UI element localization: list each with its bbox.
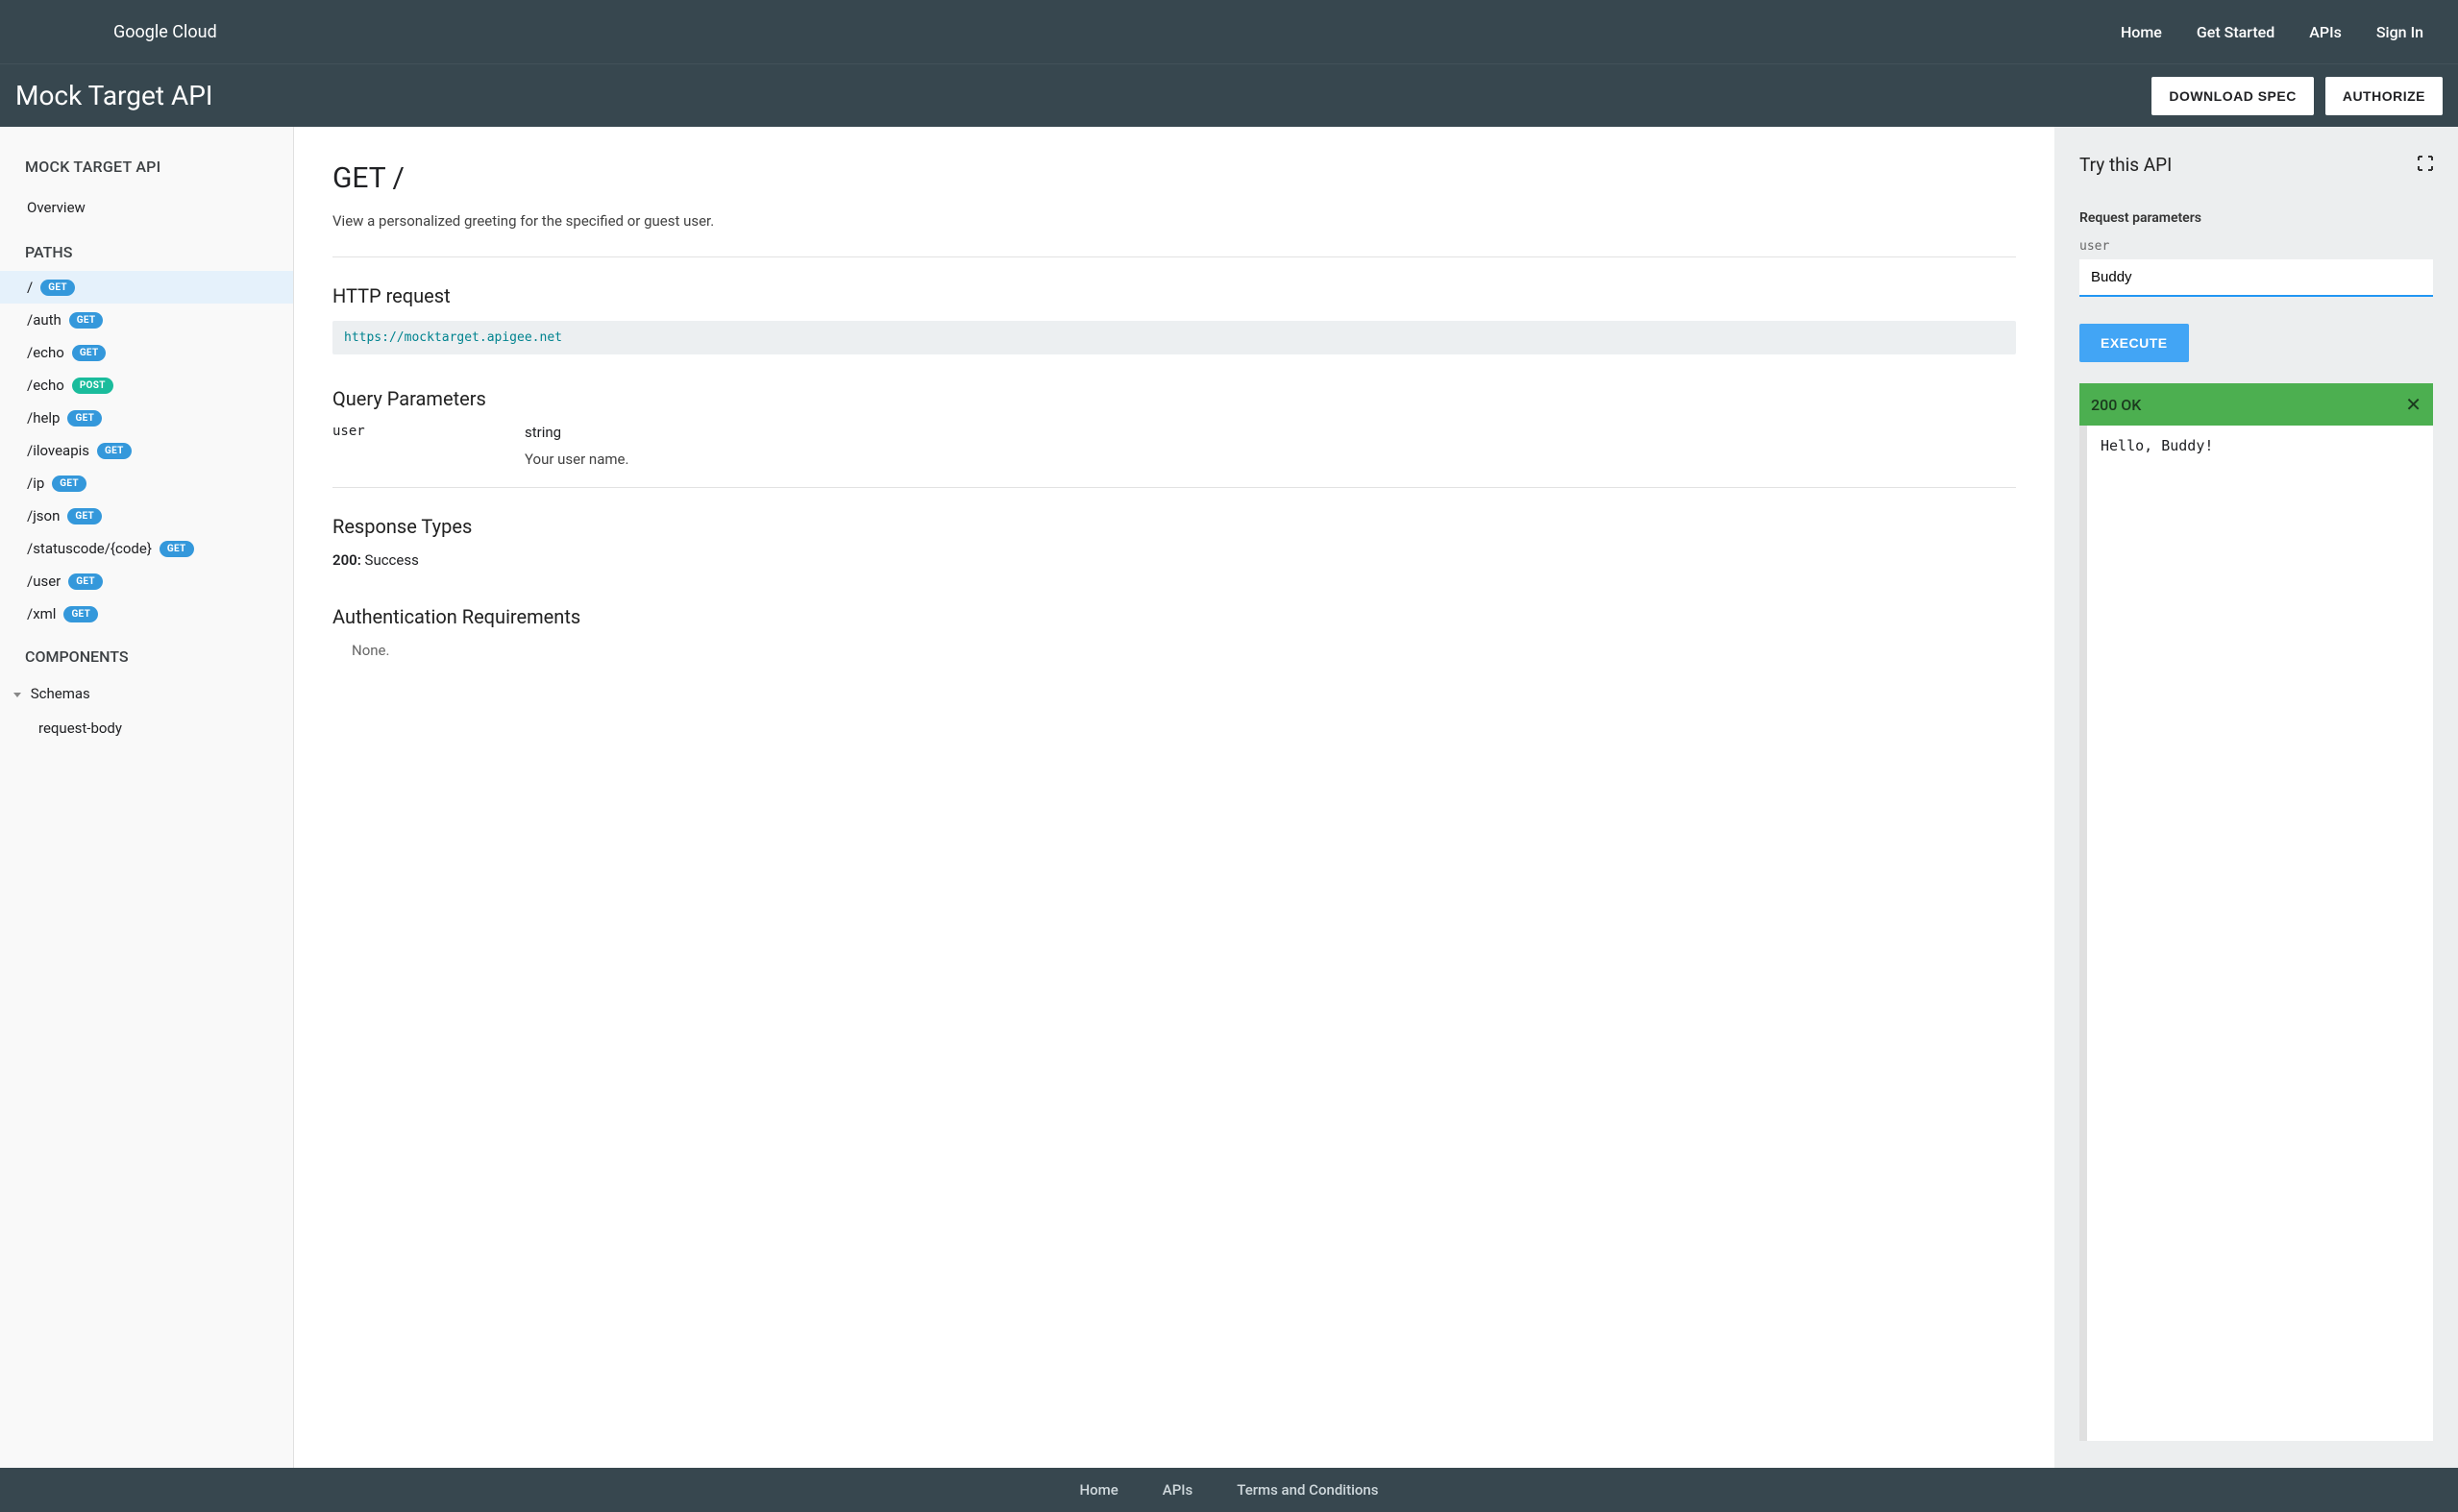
page-subheader: Mock Target API DOWNLOAD SPEC AUTHORIZE	[0, 63, 2458, 127]
auth-value: None.	[352, 642, 2016, 659]
response-status-bar: 200 OK ✕	[2079, 383, 2433, 426]
expand-icon[interactable]	[2418, 156, 2433, 175]
sidebar-path-root[interactable]: / GET	[0, 271, 293, 304]
response-body: Hello, Buddy!	[2079, 426, 2433, 1441]
top-nav-links: Home Get Started APIs Sign In	[2121, 23, 2423, 41]
sidebar-path-label: /echo	[27, 377, 64, 394]
sidebar-path-label: /echo	[27, 344, 64, 361]
param-name: user	[332, 424, 525, 441]
method-badge-post: POST	[72, 378, 113, 394]
sidebar-schemas-toggle[interactable]: Schemas	[0, 675, 293, 712]
sidebar-path-label: /iloveapis	[27, 442, 89, 459]
divider	[332, 256, 2016, 257]
sidebar-path-label: /xml	[27, 605, 56, 622]
response-line: 200: Success	[332, 551, 2016, 569]
footer-terms[interactable]: Terms and Conditions	[1237, 1481, 1378, 1499]
param-row: user string	[332, 424, 2016, 441]
sidebar-path-label: /json	[27, 507, 60, 524]
method-badge-get: GET	[52, 476, 86, 492]
param-user-input[interactable]	[2079, 259, 2433, 297]
footer-apis[interactable]: APIs	[1163, 1481, 1193, 1499]
nav-home[interactable]: Home	[2121, 23, 2162, 41]
sidebar-path-json[interactable]: /json GET	[0, 500, 293, 532]
sidebar-path-user[interactable]: /user GET	[0, 565, 293, 597]
endpoint-description: View a personalized greeting for the spe…	[332, 212, 2016, 230]
sidebar-path-auth[interactable]: /auth GET	[0, 304, 293, 336]
try-api-header: Try this API	[2079, 154, 2433, 176]
response-status-text: 200 OK	[2091, 396, 2141, 414]
sidebar-path-label: /help	[27, 409, 60, 427]
request-params-label: Request parameters	[2079, 210, 2433, 226]
response-code: 200:	[332, 551, 361, 569]
execute-button[interactable]: EXECUTE	[2079, 324, 2189, 362]
sidebar-path-label: /statuscode/{code}	[27, 540, 152, 557]
sidebar: MOCK TARGET API Overview PATHS / GET /au…	[0, 127, 294, 1468]
nav-apis[interactable]: APIs	[2309, 23, 2342, 41]
divider	[332, 487, 2016, 488]
sidebar-path-label: /ip	[27, 475, 44, 492]
try-api-title: Try this API	[2079, 154, 2172, 176]
endpoint-title: GET /	[332, 161, 2016, 195]
sidebar-schemas-label: Schemas	[31, 685, 90, 702]
close-icon[interactable]: ✕	[2405, 393, 2421, 416]
sidebar-path-echo-get[interactable]: /echo GET	[0, 336, 293, 369]
page-actions: DOWNLOAD SPEC AUTHORIZE	[2151, 77, 2443, 115]
response-types-heading: Response Types	[332, 515, 2016, 538]
method-badge-get: GET	[69, 312, 104, 329]
response-text: Success	[365, 551, 419, 569]
param-description: Your user name.	[525, 451, 2016, 468]
method-badge-get: GET	[63, 606, 98, 622]
sidebar-schema-request-body[interactable]: request-body	[0, 712, 293, 744]
method-badge-get: GET	[40, 280, 75, 296]
http-url-box: https://mocktarget.apigee.net	[332, 321, 2016, 354]
method-badge-get: GET	[67, 410, 102, 427]
sidebar-path-xml[interactable]: /xml GET	[0, 597, 293, 630]
sidebar-path-statuscode[interactable]: /statuscode/{code} GET	[0, 532, 293, 565]
auth-heading: Authentication Requirements	[332, 605, 2016, 628]
sidebar-overview[interactable]: Overview	[0, 189, 293, 226]
method-badge-get: GET	[67, 508, 102, 524]
method-badge-get: GET	[68, 573, 103, 590]
sidebar-path-echo-post[interactable]: /echo POST	[0, 369, 293, 402]
authorize-button[interactable]: AUTHORIZE	[2325, 77, 2443, 115]
try-api-panel: Try this API Request parameters user EXE…	[2054, 127, 2458, 1468]
sidebar-path-label: /	[27, 279, 33, 296]
footer-home[interactable]: Home	[1079, 1481, 1118, 1499]
brand-logo-text: Google Cloud	[113, 22, 217, 42]
sidebar-path-label: /user	[27, 573, 61, 590]
top-nav-bar: Google Cloud Home Get Started APIs Sign …	[0, 0, 2458, 63]
sidebar-paths-heading: PATHS	[0, 226, 293, 271]
brand-logo[interactable]: Google Cloud	[35, 22, 217, 42]
method-badge-get: GET	[97, 443, 132, 459]
content-area: GET / View a personalized greeting for t…	[294, 127, 2054, 1468]
google-cloud-icon	[35, 23, 110, 40]
sidebar-api-heading: MOCK TARGET API	[0, 150, 293, 189]
sidebar-path-ip[interactable]: /ip GET	[0, 467, 293, 500]
nav-get-started[interactable]: Get Started	[2197, 23, 2274, 41]
sidebar-path-iloveapis[interactable]: /iloveapis GET	[0, 434, 293, 467]
download-spec-button[interactable]: DOWNLOAD SPEC	[2151, 77, 2314, 115]
sidebar-path-help[interactable]: /help GET	[0, 402, 293, 434]
param-user-label: user	[2079, 239, 2433, 254]
method-badge-get: GET	[160, 541, 194, 557]
method-badge-get: GET	[72, 345, 107, 361]
http-request-heading: HTTP request	[332, 284, 2016, 307]
main-layout: MOCK TARGET API Overview PATHS / GET /au…	[0, 127, 2458, 1468]
sidebar-components-heading: COMPONENTS	[0, 630, 293, 675]
page-title: Mock Target API	[15, 80, 213, 111]
param-type: string	[525, 424, 717, 441]
query-params-heading: Query Parameters	[332, 387, 2016, 410]
sidebar-path-label: /auth	[27, 311, 61, 329]
caret-down-icon	[13, 693, 21, 697]
footer: Home APIs Terms and Conditions	[0, 1468, 2458, 1512]
nav-sign-in[interactable]: Sign In	[2376, 23, 2423, 41]
